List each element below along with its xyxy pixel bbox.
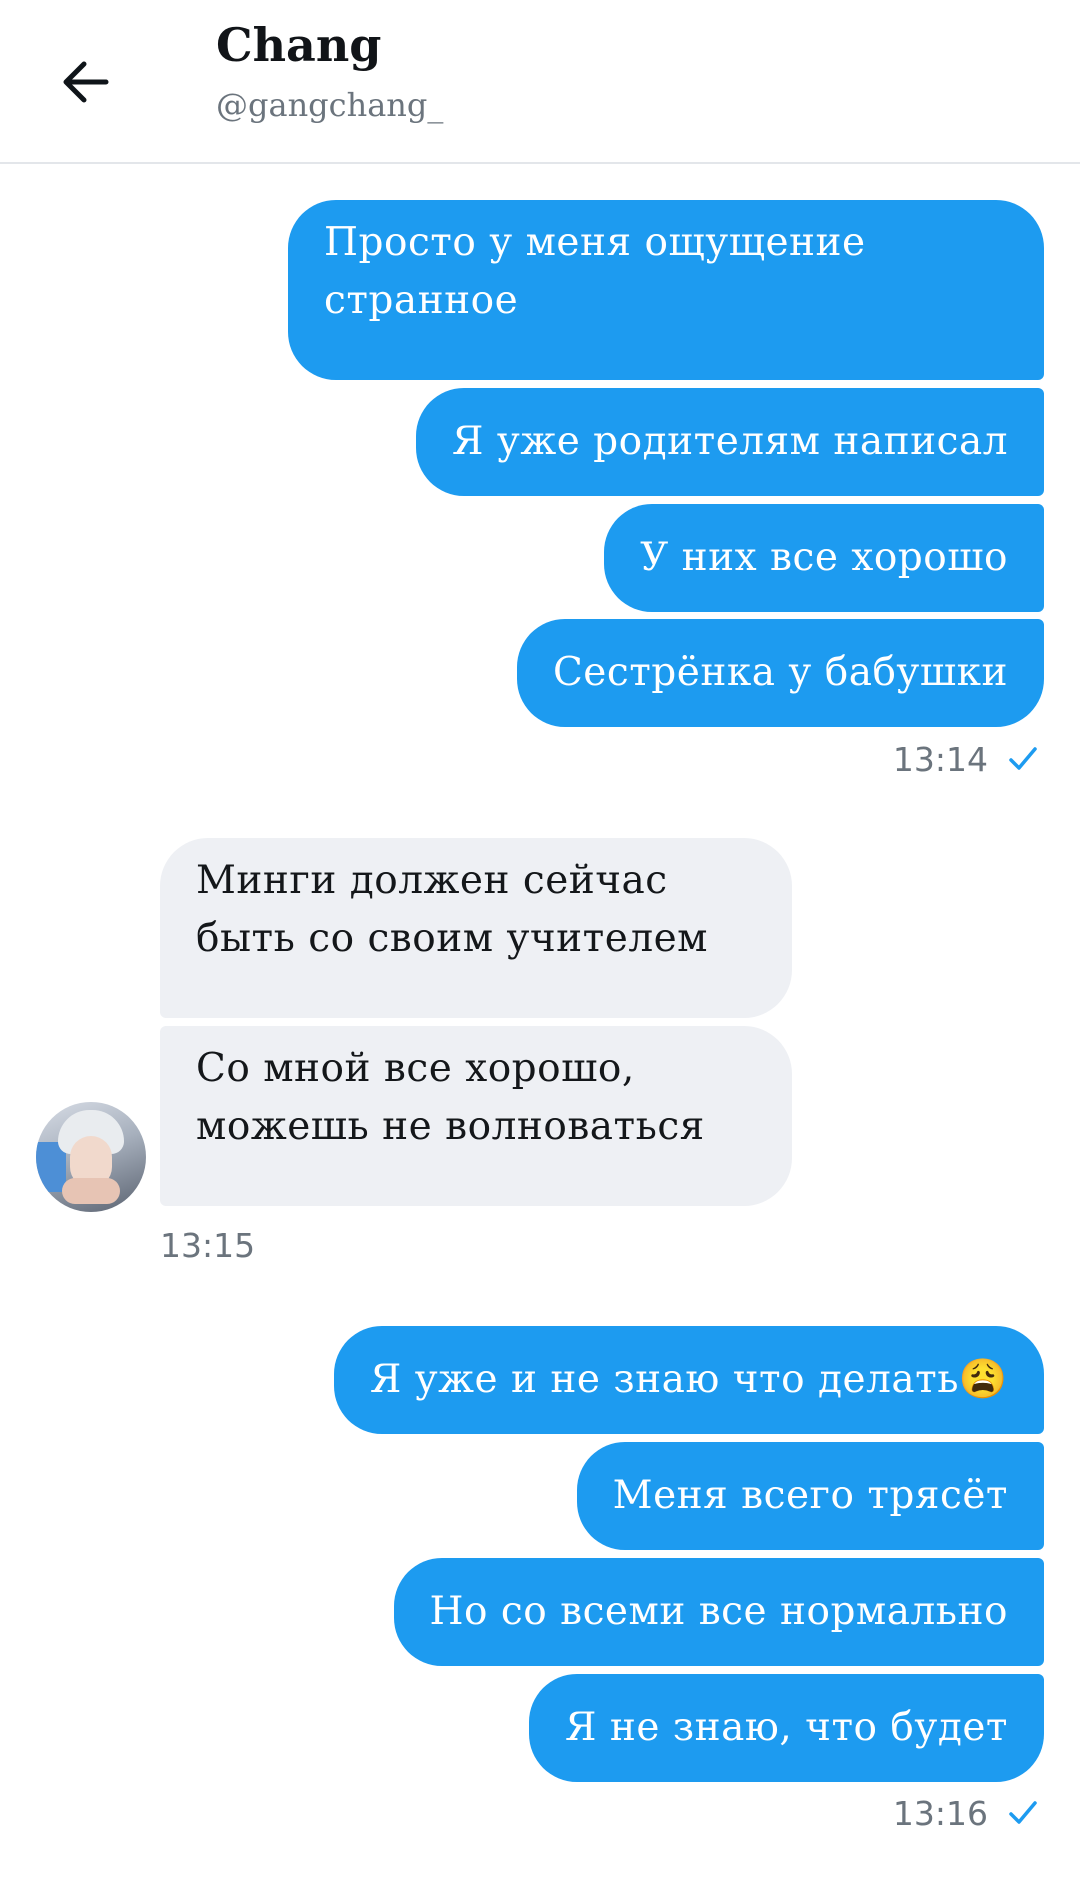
contact-avatar[interactable] xyxy=(36,1102,146,1212)
checkmark-icon xyxy=(1009,747,1037,770)
message-thread[interactable]: Просто у меня ощущение странное Я уже ро… xyxy=(0,164,1080,1884)
outgoing-message[interactable]: Сестрёнка у бабушки xyxy=(516,619,1044,727)
incoming-message[interactable]: Со мной все хорошо, можешь не волноватьс… xyxy=(160,1026,792,1206)
checkmark-icon xyxy=(1009,1801,1037,1824)
conversation-header: Chang @gangchang_ xyxy=(0,0,1080,164)
back-button[interactable] xyxy=(54,50,118,114)
contact-handle: @gangchang_ xyxy=(216,86,444,124)
outgoing-message[interactable]: У них все хорошо xyxy=(604,504,1044,612)
outgoing-message[interactable]: Но со всеми все нормально xyxy=(393,1558,1044,1666)
outgoing-message[interactable]: Я уже и не знаю что делать😩 xyxy=(333,1326,1044,1434)
message-timestamp: 13:14 xyxy=(892,740,988,779)
message-timestamp: 13:15 xyxy=(160,1226,256,1265)
contact-name[interactable]: Chang xyxy=(216,18,381,72)
incoming-message[interactable]: Минги должен сейчас быть со своим учител… xyxy=(160,838,792,1018)
outgoing-message[interactable]: Я уже родителям написал xyxy=(415,388,1044,496)
message-timestamp: 13:16 xyxy=(892,1794,988,1833)
outgoing-message[interactable]: Я не знаю, что будет xyxy=(529,1674,1044,1782)
outgoing-message[interactable]: Просто у меня ощущение странное xyxy=(288,200,1044,380)
arrow-left-icon xyxy=(63,61,109,103)
outgoing-message[interactable]: Меня всего трясёт xyxy=(576,1442,1044,1550)
